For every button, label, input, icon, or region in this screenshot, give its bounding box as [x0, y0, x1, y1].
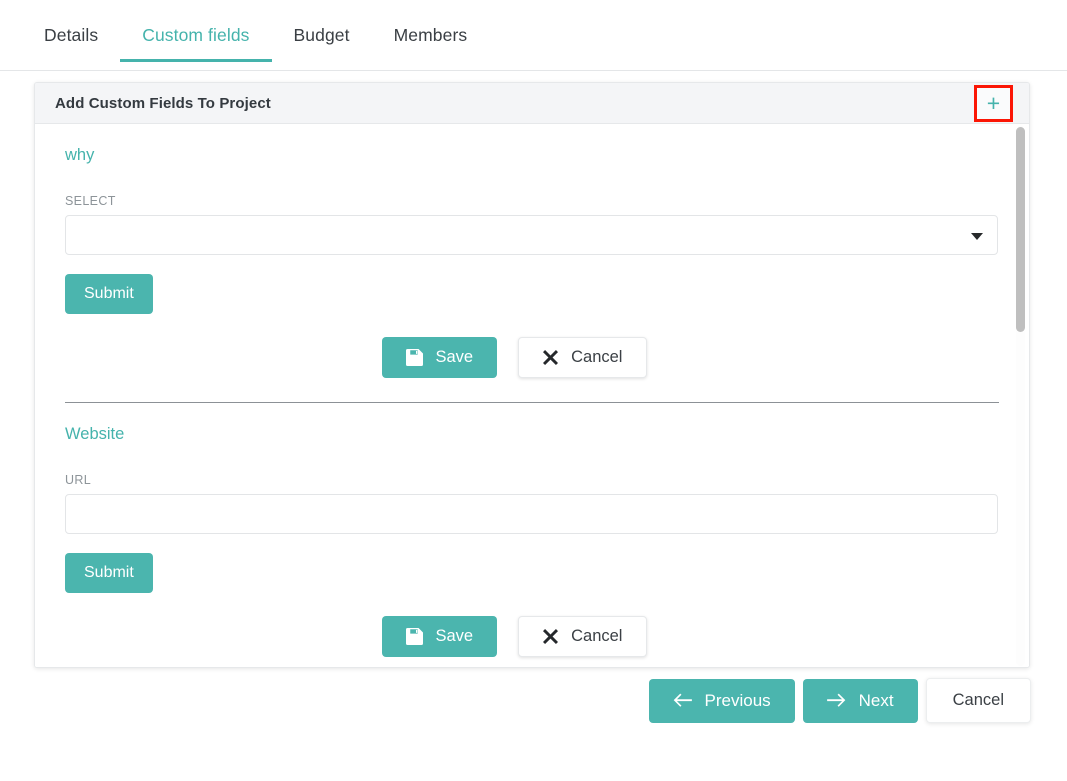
previous-button[interactable]: Previous: [648, 678, 795, 723]
save-floppy-icon: [405, 628, 423, 645]
arrow-left-icon: [673, 693, 692, 708]
next-button-label: Next: [858, 690, 894, 710]
custom-field-input-label: SELECT: [65, 194, 116, 208]
custom-field-block-why: why SELECT Submit Save Cancel: [35, 124, 1029, 378]
custom-field-name: Website: [65, 425, 125, 443]
submit-button-website[interactable]: Submit: [65, 553, 153, 593]
custom-field-name: why: [65, 146, 95, 164]
save-button-label: Save: [435, 627, 474, 645]
cancel-button-label: Cancel: [571, 627, 623, 645]
custom-field-block-website: Website URL Submit Save Cancel: [35, 403, 1029, 657]
tab-details[interactable]: Details: [22, 19, 120, 62]
tab-budget[interactable]: Budget: [272, 19, 372, 62]
close-x-icon: [543, 350, 559, 365]
plus-icon: +: [986, 90, 1001, 116]
tab-bar: Details Custom fields Budget Members: [0, 19, 1067, 71]
select-field-why[interactable]: [65, 215, 998, 255]
save-cancel-row-why: Save Cancel: [65, 337, 999, 378]
custom-field-input-label: URL: [65, 473, 92, 487]
save-button-website[interactable]: Save: [381, 616, 498, 657]
cancel-button-why[interactable]: Cancel: [518, 337, 648, 378]
custom-fields-card: Add Custom Fields To Project + why SELEC…: [34, 82, 1030, 668]
card-title: Add Custom Fields To Project: [55, 94, 271, 112]
submit-button-why[interactable]: Submit: [65, 274, 153, 314]
cancel-button-label: Cancel: [571, 348, 623, 366]
footer-cancel-button[interactable]: Cancel: [925, 678, 1031, 723]
previous-button-label: Previous: [704, 690, 771, 710]
save-button-label: Save: [435, 348, 474, 366]
card-body: why SELECT Submit Save Cancel Website UR…: [35, 124, 1029, 667]
close-x-icon: [543, 629, 559, 644]
tab-custom-fields[interactable]: Custom fields: [120, 19, 272, 62]
wizard-footer: Previous Next Cancel: [0, 678, 1031, 723]
save-cancel-row-website: Save Cancel: [65, 616, 999, 657]
url-field-website[interactable]: [65, 494, 998, 534]
arrow-right-icon: [826, 693, 846, 708]
add-custom-field-highlight: +: [974, 85, 1013, 122]
chevron-down-icon: [971, 233, 983, 240]
next-button[interactable]: Next: [802, 678, 918, 723]
custom-fields-scroll-area: why SELECT Submit Save Cancel Website UR…: [35, 124, 1029, 667]
save-button-why[interactable]: Save: [381, 337, 498, 378]
tab-members[interactable]: Members: [372, 19, 490, 62]
cancel-button-website[interactable]: Cancel: [518, 616, 648, 657]
save-floppy-icon: [405, 349, 423, 366]
vertical-scrollbar-thumb[interactable]: [1016, 127, 1025, 332]
card-header: Add Custom Fields To Project +: [35, 83, 1029, 124]
project-custom-fields-page: Details Custom fields Budget Members Add…: [0, 0, 1067, 781]
add-custom-field-button[interactable]: +: [977, 88, 1010, 119]
